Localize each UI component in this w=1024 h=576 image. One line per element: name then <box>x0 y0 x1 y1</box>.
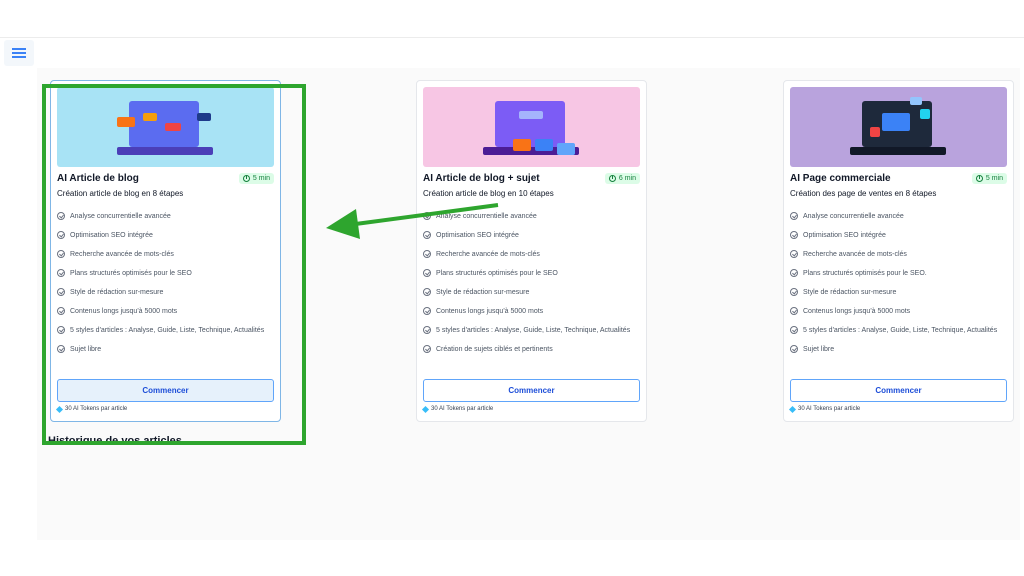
check-circle-icon <box>57 326 65 334</box>
duration-badge: 5 min <box>238 173 274 184</box>
feature-item: Analyse concurrentielle avancée <box>57 211 274 222</box>
feature-item: Recherche avancée de mots-clés <box>790 249 1007 260</box>
feature-item: Contenus longs jusqu'à 5000 mots <box>423 306 640 317</box>
feature-item: Optimisation SEO intégrée <box>790 230 1007 241</box>
feature-item: Création de sujets ciblés et pertinents <box>423 344 640 355</box>
clock-icon <box>608 175 616 182</box>
check-circle-icon <box>423 269 431 277</box>
check-circle-icon <box>57 288 65 296</box>
check-circle-icon <box>423 212 431 220</box>
card-subtitle: Création article de blog en 10 étapes <box>423 189 554 198</box>
duration-badge: 5 min <box>971 173 1007 184</box>
check-circle-icon <box>423 250 431 258</box>
hamburger-icon <box>12 48 26 58</box>
check-circle-icon <box>790 250 798 258</box>
check-circle-icon <box>790 269 798 277</box>
feature-item: Style de rédaction sur-mesure <box>57 287 274 298</box>
feature-list: Analyse concurrentielle avancée Optimisa… <box>423 211 640 355</box>
check-circle-icon <box>57 345 65 353</box>
card-title: AI Article de blog + sujet <box>423 173 540 184</box>
card-title: AI Article de blog <box>57 173 139 184</box>
feature-item: 5 styles d'articles : Analyse, Guide, Li… <box>57 325 274 336</box>
check-circle-icon <box>423 326 431 334</box>
feature-item: Analyse concurrentielle avancée <box>790 211 1007 222</box>
card-ai-article-de-blog[interactable]: AI Article de blog 5 min Création articl… <box>50 80 281 422</box>
feature-item: Style de rédaction sur-mesure <box>790 287 1007 298</box>
feature-list: Analyse concurrentielle avancée Optimisa… <box>790 211 1007 355</box>
card-ai-page-commerciale[interactable]: AI Page commerciale 5 min Création des p… <box>783 80 1014 422</box>
token-cost: 30 AI Tokens par article <box>421 405 493 413</box>
check-circle-icon <box>423 288 431 296</box>
top-bar <box>0 0 1024 38</box>
check-circle-icon <box>423 307 431 315</box>
duration-text: 5 min <box>985 175 1003 182</box>
duration-text: 6 min <box>618 175 636 182</box>
card-title: AI Page commerciale <box>790 173 891 184</box>
check-circle-icon <box>57 269 65 277</box>
check-circle-icon <box>790 345 798 353</box>
check-circle-icon <box>790 212 798 220</box>
feature-item: 5 styles d'articles : Analyse, Guide, Li… <box>423 325 640 336</box>
feature-item: Plans structurés optimisés pour le SEO. <box>790 268 1007 279</box>
check-circle-icon <box>57 212 65 220</box>
feature-item: Recherche avancée de mots-clés <box>57 249 274 260</box>
feature-item: Plans structurés optimisés pour le SEO <box>57 268 274 279</box>
card-ai-article-de-blog-sujet[interactable]: AI Article de blog + sujet 6 min Créatio… <box>416 80 647 422</box>
check-circle-icon <box>423 231 431 239</box>
card-illustration <box>790 87 1007 167</box>
feature-item: Optimisation SEO intégrée <box>57 230 274 241</box>
duration-text: 5 min <box>252 175 270 182</box>
feature-item: Style de rédaction sur-mesure <box>423 287 640 298</box>
history-title: Historique de vos articles <box>48 435 182 443</box>
diamond-icon <box>788 405 797 413</box>
card-subtitle: Création des page de ventes en 8 étapes <box>790 189 937 198</box>
clock-icon <box>242 175 250 182</box>
check-circle-icon <box>57 250 65 258</box>
diamond-icon <box>421 405 430 413</box>
card-illustration <box>423 87 640 167</box>
feature-item: Sujet libre <box>790 344 1007 355</box>
check-circle-icon <box>790 326 798 334</box>
feature-item: Recherche avancée de mots-clés <box>423 249 640 260</box>
start-button[interactable]: Commencer <box>423 379 640 402</box>
check-circle-icon <box>57 307 65 315</box>
feature-item: Analyse concurrentielle avancée <box>423 211 640 222</box>
check-circle-icon <box>790 288 798 296</box>
token-cost: 30 AI Tokens par article <box>55 405 127 413</box>
check-circle-icon <box>790 307 798 315</box>
menu-button[interactable] <box>4 40 34 66</box>
feature-item: 5 styles d'articles : Analyse, Guide, Li… <box>790 325 1007 336</box>
check-circle-icon <box>790 231 798 239</box>
check-circle-icon <box>423 345 431 353</box>
feature-item: Plans structurés optimisés pour le SEO <box>423 268 640 279</box>
start-button[interactable]: Commencer <box>57 379 274 402</box>
diamond-icon <box>55 405 64 413</box>
token-cost: 30 AI Tokens par article <box>788 405 860 413</box>
feature-list: Analyse concurrentielle avancée Optimisa… <box>57 211 274 355</box>
check-circle-icon <box>57 231 65 239</box>
card-illustration <box>57 87 274 167</box>
feature-item: Optimisation SEO intégrée <box>423 230 640 241</box>
feature-item: Contenus longs jusqu'à 5000 mots <box>57 306 274 317</box>
card-subtitle: Création article de blog en 8 étapes <box>57 189 184 198</box>
start-button[interactable]: Commencer <box>790 379 1007 402</box>
feature-item: Sujet libre <box>57 344 274 355</box>
clock-icon <box>975 175 983 182</box>
feature-item: Contenus longs jusqu'à 5000 mots <box>790 306 1007 317</box>
duration-badge: 6 min <box>604 173 640 184</box>
